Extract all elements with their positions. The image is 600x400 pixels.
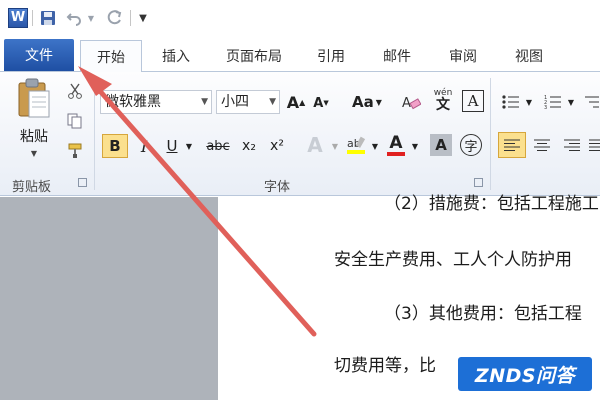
tab-mailings[interactable]: 邮件: [372, 40, 422, 72]
bullets-icon[interactable]: [500, 92, 522, 112]
character-shading-icon[interactable]: A: [430, 134, 452, 156]
paste-icon[interactable]: [14, 76, 54, 120]
justify-button[interactable]: [588, 132, 600, 158]
numbering-icon[interactable]: 123: [542, 92, 564, 112]
font-color-icon[interactable]: A: [384, 132, 408, 158]
customize-toolbar-icon[interactable]: ▼: [136, 8, 150, 28]
text-effects-dropdown-icon[interactable]: ▼: [330, 138, 340, 154]
font-size-dropdown-icon[interactable]: ▼: [269, 91, 276, 113]
font-name-combo[interactable]: 微软雅黑 ▼: [100, 90, 212, 114]
change-case-label: Aa: [352, 93, 374, 111]
font-size-value: 小四: [221, 94, 249, 110]
document-line: 安全生产费用、工人个人防护用: [334, 250, 572, 270]
font-color-dropdown-icon[interactable]: ▼: [410, 138, 420, 154]
numbering-dropdown-icon[interactable]: ▼: [566, 96, 576, 108]
align-right-button[interactable]: [560, 132, 584, 158]
tab-file[interactable]: 文件: [4, 39, 74, 71]
grow-font-icon[interactable]: A ▲: [286, 92, 306, 112]
align-left-button[interactable]: [498, 132, 526, 158]
highlight-icon[interactable]: ab: [344, 132, 368, 158]
underline-dropdown-icon[interactable]: ▼: [184, 138, 194, 154]
format-painter-icon[interactable]: [66, 142, 84, 160]
document-line: （2）措施费：包括工程施工中临: [384, 194, 600, 214]
subscript-button[interactable]: x₂: [238, 134, 260, 158]
copy-icon[interactable]: [66, 112, 84, 130]
font-name-value: 微软雅黑: [105, 94, 161, 110]
word-logo-icon[interactable]: W: [8, 8, 28, 28]
clipboard-group-label: 剪贴板: [12, 180, 52, 195]
tab-page-layout[interactable]: 页面布局: [218, 40, 290, 72]
enclose-characters-icon[interactable]: 字: [460, 134, 482, 156]
quick-access-toolbar: W ▼ ▼: [0, 0, 600, 36]
ribbon-home: 粘贴 ▼ 剪贴板 微软雅黑 ▼ 小四 ▼ A▲ A▼ Aa▼ A wén: [0, 72, 600, 196]
superscript-button[interactable]: x²: [266, 134, 288, 158]
change-case-icon[interactable]: Aa ▼: [352, 92, 382, 112]
tab-view[interactable]: 视图: [504, 40, 554, 72]
paste-dropdown-icon[interactable]: ▼: [28, 148, 40, 158]
tab-references[interactable]: 引用: [306, 40, 356, 72]
highlight-dropdown-icon[interactable]: ▼: [370, 138, 380, 154]
shrink-font-icon[interactable]: A ▼: [312, 94, 330, 112]
font-group-label: 字体: [264, 180, 291, 195]
font-launcher-icon[interactable]: [474, 178, 483, 187]
character-border-icon[interactable]: A: [462, 90, 484, 112]
italic-button[interactable]: I: [134, 134, 154, 158]
clipboard-launcher-icon[interactable]: [78, 178, 87, 187]
paste-label[interactable]: 粘贴: [8, 126, 60, 146]
text-effects-icon[interactable]: A: [302, 132, 328, 158]
font-name-dropdown-icon[interactable]: ▼: [201, 91, 208, 113]
group-divider: [490, 78, 491, 190]
tab-review[interactable]: 审阅: [438, 40, 488, 72]
font-size-combo[interactable]: 小四 ▼: [216, 90, 280, 114]
phonetic-guide-icon[interactable]: wén 文: [430, 86, 456, 114]
redo-icon[interactable]: [104, 8, 124, 28]
align-center-button[interactable]: [530, 132, 554, 158]
bold-button[interactable]: B: [102, 134, 128, 158]
group-divider: [94, 78, 95, 190]
tab-insert[interactable]: 插入: [150, 40, 202, 72]
document-line: （3）其他费用：包括工程: [384, 304, 582, 324]
bullets-dropdown-icon[interactable]: ▼: [524, 96, 534, 108]
strikethrough-button[interactable]: abc: [204, 134, 232, 158]
clear-formatting-icon[interactable]: A: [400, 92, 422, 112]
tab-home[interactable]: 开始: [80, 40, 142, 73]
undo-dropdown-icon[interactable]: ▼: [86, 8, 96, 28]
toolbar-divider: [130, 10, 131, 26]
znds-watermark: ZNDS问答: [458, 357, 592, 391]
toolbar-divider: [32, 10, 33, 26]
underline-button[interactable]: U: [162, 134, 182, 158]
save-icon[interactable]: [38, 8, 58, 28]
ribbon-tab-bar: 文件 开始 插入 页面布局 引用 邮件 审阅 视图: [0, 36, 600, 73]
multilevel-list-icon[interactable]: [582, 92, 600, 112]
cut-icon[interactable]: [66, 82, 84, 100]
svg-text:3: 3: [544, 105, 547, 110]
undo-icon[interactable]: [64, 8, 84, 28]
